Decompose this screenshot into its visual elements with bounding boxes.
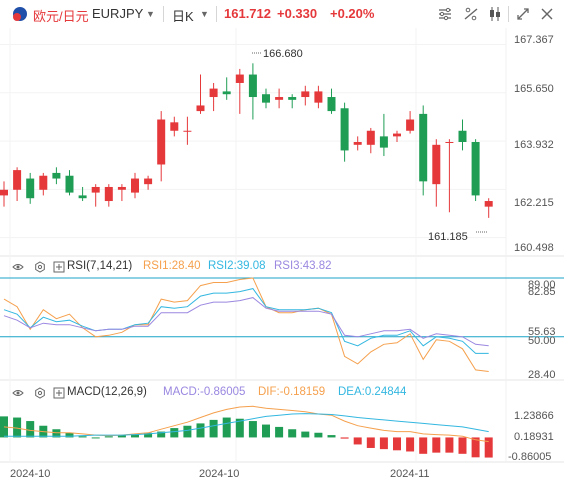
candle-body bbox=[327, 97, 336, 112]
macd-bar bbox=[26, 421, 35, 438]
candle-body bbox=[78, 195, 87, 199]
rsi1-value: RSI1:28.40 bbox=[143, 260, 201, 272]
candle-body bbox=[65, 175, 74, 193]
macd-bar bbox=[288, 429, 297, 438]
macd-bar bbox=[91, 437, 100, 439]
indicator-toggle-icon[interactable] bbox=[53, 387, 65, 399]
candle-body bbox=[13, 170, 22, 190]
candle-body bbox=[26, 178, 35, 199]
macd-bar bbox=[340, 437, 349, 439]
macd-bar bbox=[484, 437, 493, 458]
rsi2-value: RSI2:39.08 bbox=[208, 260, 266, 272]
rsi-tick: 82.85 bbox=[528, 286, 556, 298]
macd-tick: 0.18931 bbox=[514, 431, 554, 443]
candle-body bbox=[275, 97, 284, 100]
candle-body bbox=[379, 136, 388, 148]
candle-body bbox=[484, 201, 493, 207]
price-tick: 167.367 bbox=[514, 34, 554, 46]
macd-bar bbox=[222, 417, 231, 438]
macd-bar bbox=[445, 437, 454, 453]
candle-body bbox=[157, 119, 166, 165]
rsi-tick: 50.00 bbox=[528, 335, 556, 347]
time-tick: 2024-10 bbox=[10, 468, 50, 480]
macd-bar bbox=[314, 432, 323, 438]
low-annotation: 161.185 bbox=[428, 231, 468, 243]
rsi-title: RSI(7,14,21) bbox=[67, 260, 133, 272]
macd-bar bbox=[209, 419, 218, 438]
candle-body bbox=[117, 186, 126, 190]
candle-body bbox=[170, 122, 179, 131]
macd-bar bbox=[262, 424, 270, 438]
candle-body bbox=[314, 91, 323, 103]
macd-value: MACD:-0.86005 bbox=[163, 386, 246, 398]
candle-body bbox=[209, 88, 218, 98]
macd-bar bbox=[170, 428, 179, 438]
candle-body bbox=[353, 142, 362, 145]
macd-bar bbox=[406, 437, 415, 452]
price-tick: 165.650 bbox=[514, 83, 554, 95]
gear-icon[interactable] bbox=[34, 261, 46, 273]
macd-bar bbox=[458, 437, 467, 454]
macd-bar bbox=[393, 437, 401, 451]
macd-bar bbox=[183, 425, 192, 438]
price-tick: 163.932 bbox=[514, 139, 554, 151]
candle-body bbox=[144, 178, 153, 185]
macd-bar bbox=[275, 426, 284, 438]
candle-body bbox=[419, 113, 428, 182]
macd-bar bbox=[366, 437, 375, 448]
chart-canvas[interactable]: 166.680 161.185 167.367 165.650 163.932 … bbox=[0, 0, 564, 485]
candle-body bbox=[471, 142, 480, 196]
candle-body bbox=[340, 108, 349, 151]
candle-body bbox=[183, 130, 192, 132]
candle-body bbox=[301, 91, 310, 98]
macd-bar bbox=[419, 437, 428, 454]
macd-bar bbox=[78, 436, 87, 438]
candle-body bbox=[222, 91, 231, 95]
macd-bar bbox=[432, 437, 441, 453]
candle-body bbox=[235, 74, 244, 83]
indicator-toggle-icon[interactable] bbox=[53, 261, 65, 273]
price-tick: 160.498 bbox=[514, 242, 554, 254]
rsi-tick: 28.40 bbox=[528, 369, 556, 381]
candle-body bbox=[445, 142, 454, 143]
dif-value: DIF:-0.18159 bbox=[258, 386, 326, 398]
candle-body bbox=[131, 178, 139, 193]
eye-icon[interactable] bbox=[12, 387, 24, 399]
candle-body bbox=[104, 186, 113, 202]
dea-value: DEA:0.24844 bbox=[338, 386, 407, 398]
candle-body bbox=[366, 130, 375, 145]
candle-body bbox=[288, 97, 297, 100]
candle-body bbox=[248, 74, 257, 98]
macd-bar bbox=[196, 423, 205, 438]
macd-bar bbox=[353, 437, 362, 445]
candle-body bbox=[196, 105, 205, 112]
candle-body bbox=[0, 189, 8, 196]
eye-icon[interactable] bbox=[12, 261, 24, 273]
candle-body bbox=[406, 119, 415, 131]
candle-body bbox=[39, 175, 48, 190]
macd-bar bbox=[301, 431, 310, 438]
time-tick: 2024-10 bbox=[199, 468, 239, 480]
macd-bar bbox=[104, 436, 113, 438]
macd-bar bbox=[379, 437, 388, 450]
high-annotation: 166.680 bbox=[263, 48, 303, 60]
candle-body bbox=[262, 94, 270, 103]
candle-body bbox=[432, 144, 441, 185]
time-tick: 2024-11 bbox=[390, 468, 430, 480]
macd-tick: 1.23866 bbox=[514, 410, 554, 422]
macd-tick: -0.86005 bbox=[508, 451, 551, 463]
candle-body bbox=[52, 172, 61, 179]
candle-body bbox=[458, 130, 467, 142]
candle-body bbox=[393, 133, 401, 137]
price-tick: 162.215 bbox=[514, 197, 554, 209]
gear-icon[interactable] bbox=[34, 387, 46, 399]
macd-bar bbox=[327, 435, 336, 438]
macd-title: MACD(12,26,9) bbox=[67, 386, 147, 398]
rsi3-value: RSI3:43.82 bbox=[274, 260, 332, 272]
macd-bar bbox=[248, 421, 257, 438]
candle-body bbox=[91, 186, 100, 193]
